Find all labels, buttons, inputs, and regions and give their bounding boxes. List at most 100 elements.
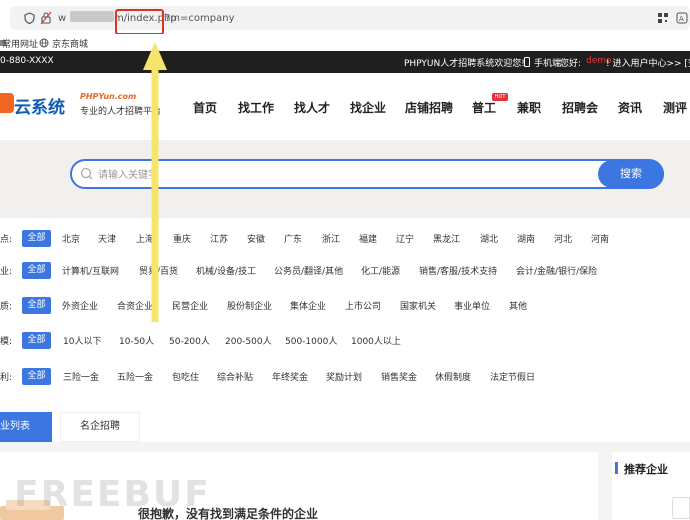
- filter-label: 利:: [0, 373, 13, 383]
- sidebar-accent: [615, 462, 618, 474]
- search-input[interactable]: [98, 166, 598, 184]
- nav-find-job[interactable]: 找工作: [238, 99, 274, 116]
- nav-home[interactable]: 首页: [193, 99, 217, 116]
- user-center-link[interactable]: ! 进入用户中心>> [安全: [606, 56, 690, 69]
- filter-all-button[interactable]: 全部: [22, 332, 51, 349]
- filter-option[interactable]: 销售/客服/技术支持: [419, 264, 497, 277]
- filter-option[interactable]: 包吃住: [172, 370, 199, 383]
- filter-option[interactable]: 贸易/百货: [139, 264, 178, 277]
- filter-option[interactable]: 1000人以上: [351, 334, 401, 347]
- filter-option[interactable]: 河北: [554, 232, 572, 245]
- logo-text[interactable]: 云系统: [14, 93, 65, 118]
- filter-option[interactable]: 休假制度: [435, 370, 471, 383]
- filter-all-button[interactable]: 全部: [22, 230, 51, 247]
- list-tabs: 业列表 名企招聘: [0, 408, 690, 442]
- search-banner: [0, 140, 690, 218]
- filter-option[interactable]: 集体企业: [290, 299, 326, 312]
- qr-code-icon[interactable]: [657, 12, 669, 24]
- screenshot-root: { "browser": { "url_prefix": "w", "url_h…: [0, 0, 690, 520]
- filter-option[interactable]: 江苏: [210, 232, 228, 245]
- filter-option[interactable]: 公务员/翻译/其他: [274, 264, 343, 277]
- filter-option[interactable]: 年终奖金: [272, 370, 308, 383]
- url-prefix: w: [58, 13, 67, 24]
- filter-option[interactable]: 化工/能源: [361, 264, 400, 277]
- filter-option[interactable]: 辽宁: [396, 232, 414, 245]
- nav-shop-hiring[interactable]: 店铺招聘: [405, 99, 453, 116]
- logo-domain: PHPYun.com: [80, 92, 137, 101]
- tab-famous-company[interactable]: 名企招聘: [60, 412, 140, 442]
- filter-option[interactable]: 50-200人: [169, 334, 210, 347]
- nav-news[interactable]: 资讯: [618, 99, 642, 116]
- filter-option[interactable]: 重庆: [173, 232, 191, 245]
- filter-option[interactable]: 股份制企业: [227, 299, 272, 312]
- filter-option[interactable]: 奖励计划: [326, 370, 362, 383]
- filter-all-button[interactable]: 全部: [22, 368, 51, 385]
- filter-option[interactable]: 500-1000人: [285, 334, 337, 347]
- nav-general-worker[interactable]: 普工: [472, 99, 496, 116]
- filter-option[interactable]: 10人以下: [63, 334, 101, 347]
- search-icon: [80, 167, 93, 180]
- filter-option[interactable]: 五险一金: [117, 370, 153, 383]
- filter-option[interactable]: 上市公司: [345, 299, 381, 312]
- filter-all-button[interactable]: 全部: [22, 262, 51, 279]
- filter-option[interactable]: 浙江: [322, 232, 340, 245]
- filter-option[interactable]: 湖南: [517, 232, 535, 245]
- filter-option[interactable]: 国家机关: [400, 299, 436, 312]
- search-button[interactable]: 搜索: [598, 160, 664, 188]
- logo-mark[interactable]: [0, 93, 14, 113]
- filter-option[interactable]: 上海: [136, 232, 154, 245]
- bookmark-common[interactable]: 常用网址: [2, 37, 38, 50]
- url-highlight-box: [115, 9, 164, 35]
- mobile-link[interactable]: 手机端: [534, 56, 561, 69]
- filter-option[interactable]: 福建: [359, 232, 377, 245]
- nav-job-fair[interactable]: 招聘会: [562, 99, 598, 116]
- filter-option[interactable]: 外资企业: [62, 299, 98, 312]
- browser-toolbar: w m/index.php ?m=company A: [0, 0, 690, 35]
- filter-option[interactable]: 其他: [509, 299, 527, 312]
- filter-option[interactable]: 200-500人: [225, 334, 272, 347]
- filter-option[interactable]: 北京: [62, 232, 80, 245]
- mobile-icon: [524, 57, 530, 67]
- filter-option[interactable]: 民营企业: [172, 299, 208, 312]
- filter-row-scale: 模: 全部 10人以下 10-50人 50-200人 200-500人 500-…: [0, 331, 690, 351]
- url-query: ?m=company: [165, 13, 235, 24]
- nav-find-company[interactable]: 找企业: [350, 99, 386, 116]
- filter-option[interactable]: 河南: [591, 232, 609, 245]
- filter-option[interactable]: 会计/金融/银行/保险: [516, 264, 597, 277]
- filter-option[interactable]: 安徽: [247, 232, 265, 245]
- logo-tagline: 专业的人才招聘平台: [80, 107, 162, 117]
- filter-option[interactable]: 黑龙江: [433, 232, 460, 245]
- nav-find-talent[interactable]: 找人才: [294, 99, 330, 116]
- bookmark-jd[interactable]: 京东商城: [52, 37, 88, 50]
- filter-option[interactable]: 天津: [98, 232, 116, 245]
- filter-row-industry: 业: 全部 计算机/互联网 贸易/百货 机械/设备/技工 公务员/翻译/其他 化…: [0, 261, 690, 281]
- connection-info-icon[interactable]: [40, 11, 52, 25]
- nav-part-time[interactable]: 兼职: [517, 99, 541, 116]
- filter-option[interactable]: 销售奖金: [381, 370, 417, 383]
- shield-icon[interactable]: [24, 12, 35, 24]
- nav-assessment[interactable]: 测评: [663, 99, 687, 116]
- filter-option[interactable]: 计算机/互联网: [62, 264, 119, 277]
- filter-label: 业:: [0, 267, 13, 277]
- site-topbar: 0-880-XXXX PHPYUN人才招聘系统欢迎您! 手机端 您好: demo…: [0, 51, 690, 73]
- filter-option[interactable]: 10-50人: [119, 334, 154, 347]
- floating-helper-button[interactable]: [672, 497, 690, 519]
- filter-option[interactable]: 合资企业: [117, 299, 153, 312]
- svg-text:A: A: [679, 15, 684, 23]
- filter-option[interactable]: 机械/设备/技工: [196, 264, 256, 277]
- filter-option[interactable]: 综合补贴: [217, 370, 253, 383]
- tab-company-list[interactable]: 业列表: [0, 412, 52, 442]
- empty-state-message: 很抱歉，没有找到满足条件的企业: [138, 507, 319, 520]
- welcome-text: PHPYUN人才招聘系统欢迎您!: [404, 59, 525, 69]
- filter-all-button[interactable]: 全部: [22, 297, 51, 314]
- translate-icon[interactable]: A: [676, 12, 688, 24]
- filter-option[interactable]: 三险一金: [63, 370, 99, 383]
- filter-option[interactable]: 湖北: [480, 232, 498, 245]
- filter-option[interactable]: 事业单位: [454, 299, 490, 312]
- filter-option[interactable]: 广东: [284, 232, 302, 245]
- filter-option[interactable]: 法定节假日: [490, 370, 535, 383]
- filter-label: 点:: [0, 235, 13, 245]
- filter-row-benefits: 利: 全部 三险一金 五险一金 包吃住 综合补贴 年终奖金 奖励计划 销售奖金 …: [0, 367, 690, 387]
- filter-row-area: 点: 全部 北京 天津 上海 重庆 江苏 安徽 广东 浙江 福建 辽宁 黑龙江 …: [0, 229, 690, 249]
- sidebar-title: 推荐企业: [624, 463, 668, 476]
